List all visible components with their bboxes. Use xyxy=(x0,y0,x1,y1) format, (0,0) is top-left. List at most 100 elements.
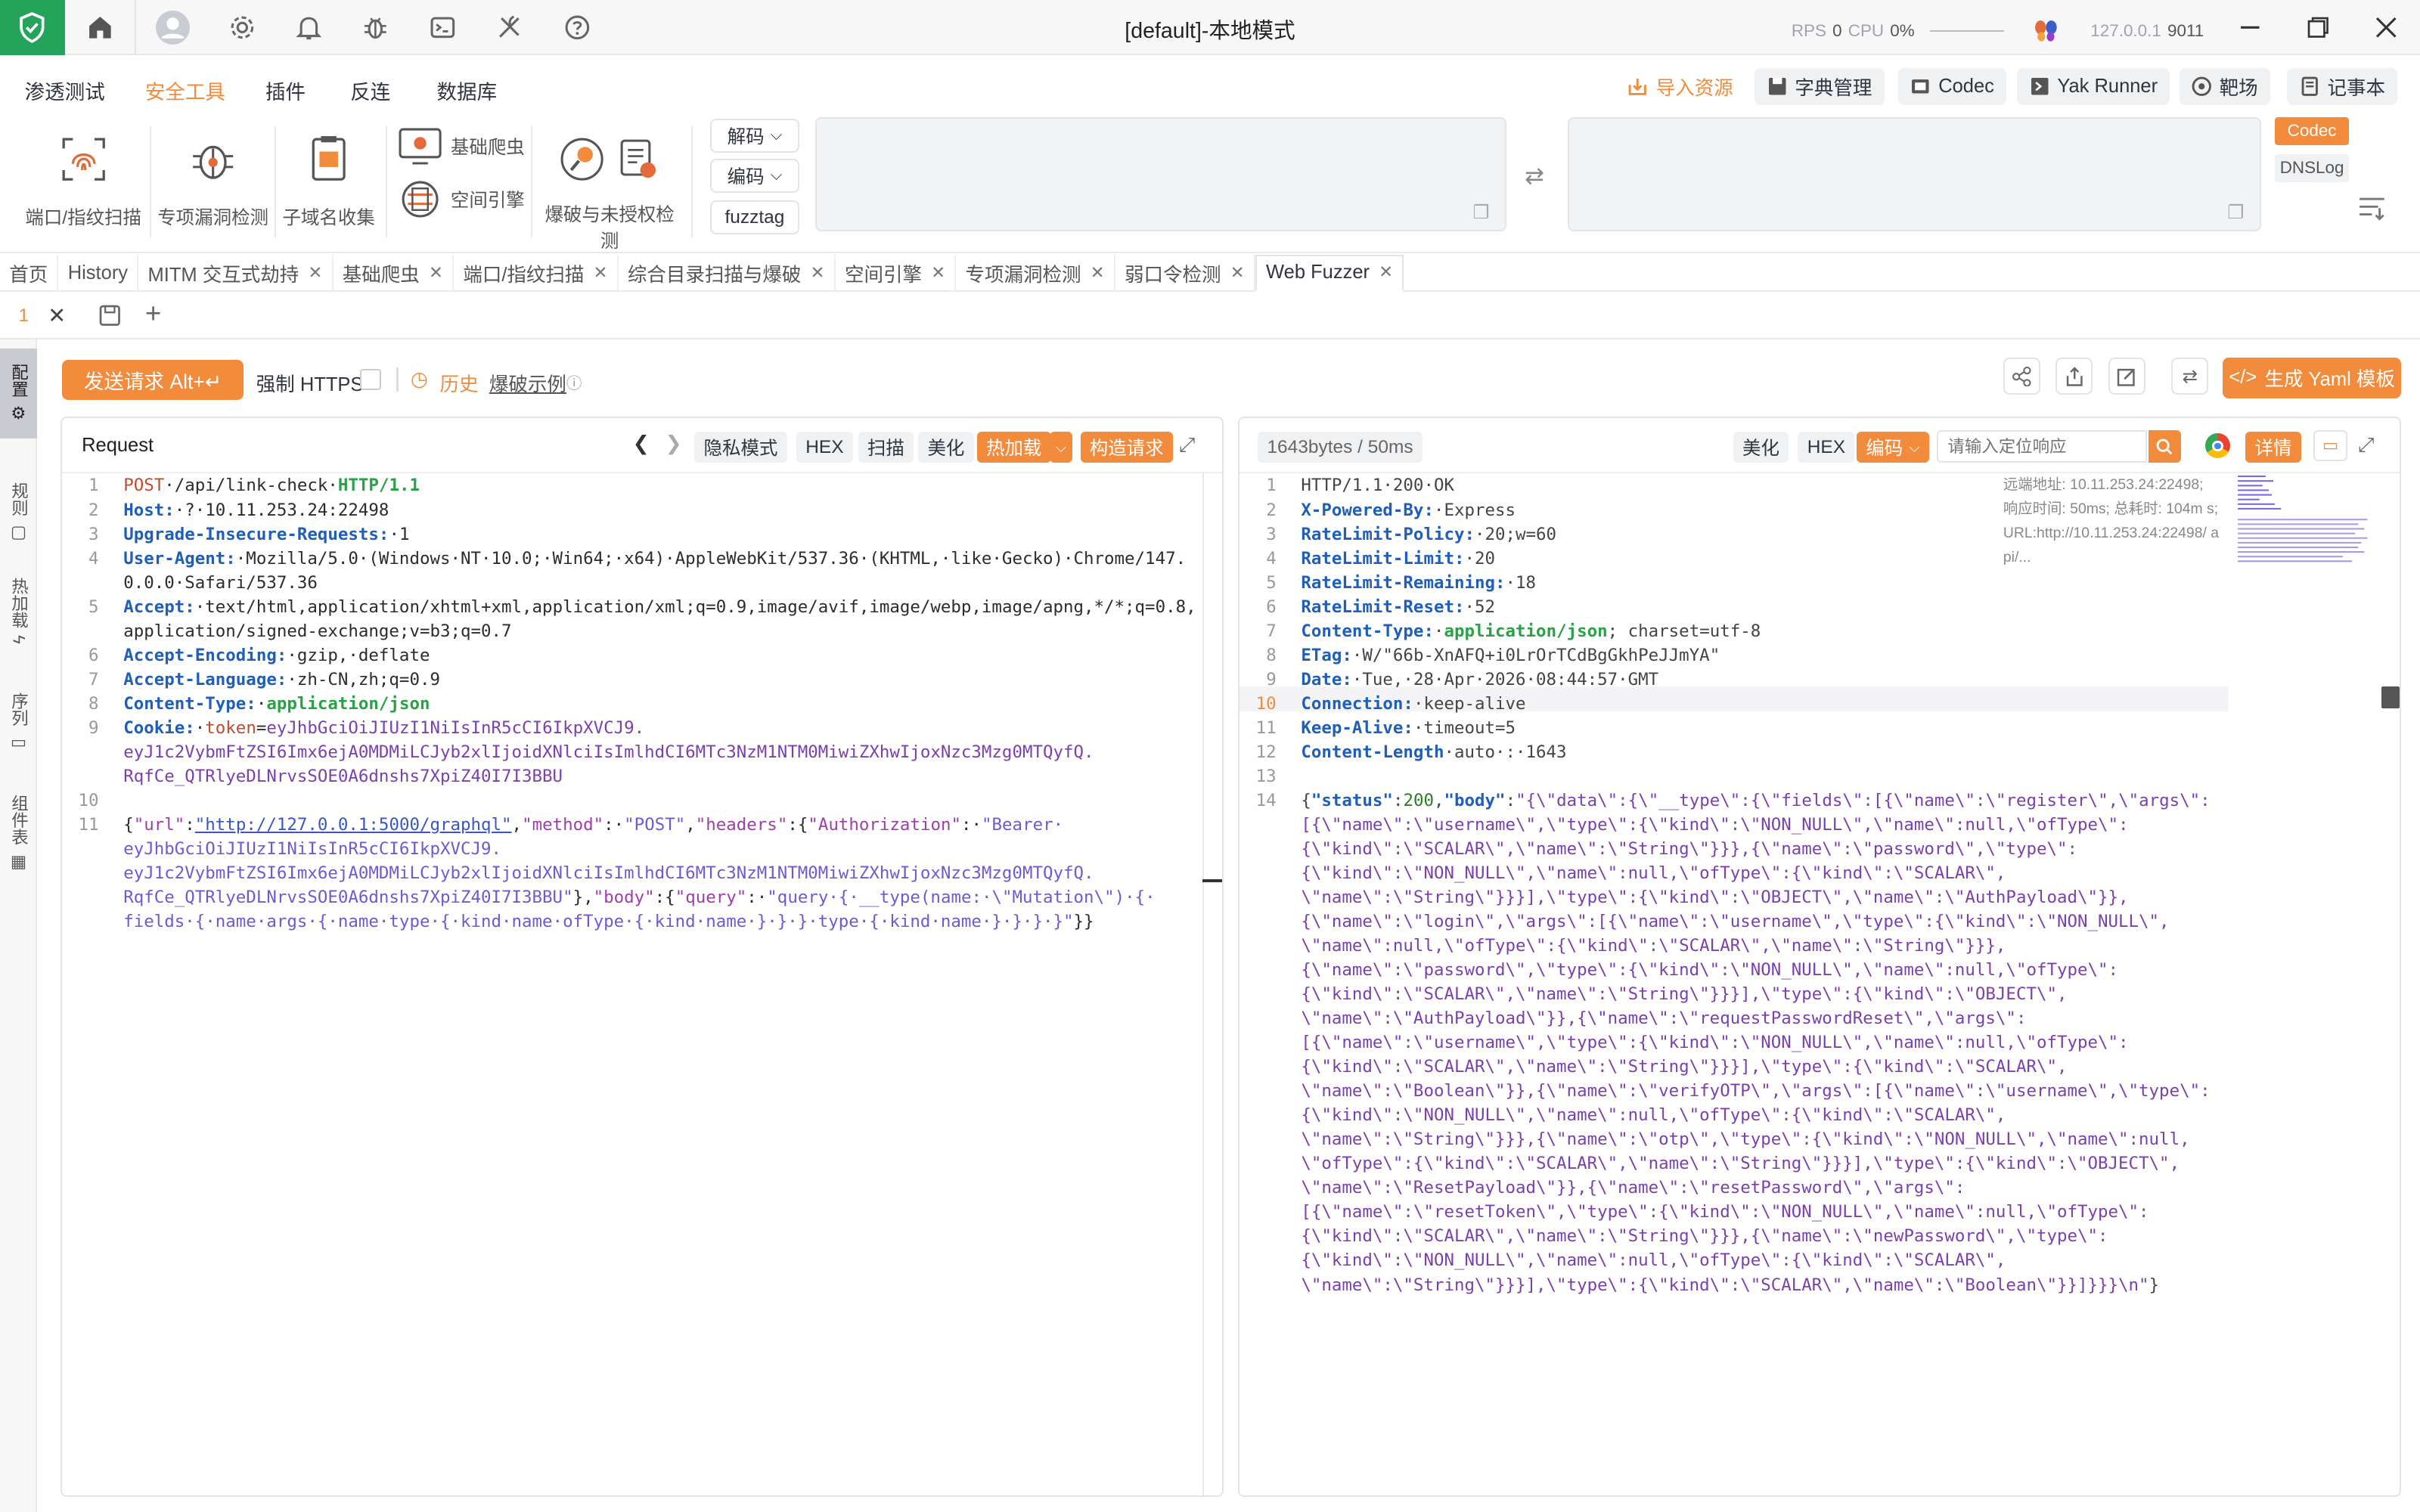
target-range-button[interactable]: 靶场 xyxy=(2179,67,2270,105)
restore-icon[interactable] xyxy=(2303,12,2334,43)
sidebar-item-config[interactable]: 配置 ⚙ xyxy=(0,349,37,438)
copy-icon[interactable]: ❐ xyxy=(1472,201,1489,224)
terminal-icon[interactable] xyxy=(427,12,458,43)
swap-icon[interactable]: ⇄ xyxy=(2171,358,2209,395)
bug-icon[interactable] xyxy=(360,12,391,43)
dnslog-tab[interactable]: DNSLog xyxy=(2275,154,2350,182)
menu-database[interactable]: 数据库 xyxy=(437,76,498,105)
fullscreen-icon[interactable]: ⤢ xyxy=(1179,433,1195,457)
menu-plugins[interactable]: 插件 xyxy=(265,76,306,105)
tab-basic-crawler[interactable]: 基础爬虫 ✕ xyxy=(334,254,455,292)
response-editor[interactable]: 1 HTTP/1.1·200·OK 2 X-Powered-By:·Express 3 R… xyxy=(1239,473,2211,1297)
request-editor[interactable]: 1 POST·/api/link-check·HTTP/1.1 2 Host:·?·1… xyxy=(62,473,1196,934)
yak-runner-button[interactable]: Yak Runner xyxy=(2017,67,2170,105)
tab-dir-scan[interactable]: 综合目录扫描与爆破 ✕ xyxy=(619,254,836,292)
sidebar-item-rules[interactable]: 规则 ▢ xyxy=(0,460,37,565)
sidebar-item-hot-reload[interactable]: 热加载 ϟ xyxy=(0,565,37,657)
help-icon[interactable] xyxy=(562,12,593,43)
swap-icon[interactable]: ⇄ xyxy=(1525,163,1544,190)
close-window-icon[interactable] xyxy=(2371,12,2402,43)
brute-example-link[interactable]: 爆破示例 xyxy=(489,369,566,397)
close-icon[interactable]: ✕ xyxy=(1091,263,1105,283)
subdomain-tool[interactable]: 子域名收集 xyxy=(281,117,377,253)
dict-manage-button[interactable]: 字典管理 xyxy=(1754,67,1885,105)
hot-reload-dropdown[interactable]: ⌵ xyxy=(1049,432,1073,463)
hex-button[interactable]: HEX xyxy=(796,432,853,463)
share-icon[interactable] xyxy=(2003,358,2040,395)
close-icon[interactable]: ✕ xyxy=(594,263,608,283)
port-scan-tool[interactable]: 端口/指纹扫描 xyxy=(22,117,145,253)
code-token: [{\"name\":\"resetToken\",\"type\":{\"ki… xyxy=(1301,1202,2149,1222)
subtab-number[interactable]: 1 xyxy=(18,305,29,327)
fullscreen-icon[interactable]: ⤢ xyxy=(2358,433,2374,457)
hex-button[interactable]: HEX xyxy=(1798,432,1855,463)
locate-response-input[interactable] xyxy=(1937,430,2147,463)
editor-scrollbar[interactable] xyxy=(1202,473,1204,1495)
close-subtab-icon[interactable]: ✕ xyxy=(48,302,66,329)
comment-icon[interactable]: ▭ xyxy=(2313,430,2347,462)
tab-history[interactable]: History xyxy=(58,254,139,292)
save-icon[interactable] xyxy=(99,304,121,333)
import-resource-button[interactable]: 导入资源 xyxy=(1615,68,1745,105)
tab-mitm[interactable]: MITM 交互式劫持 ✕ xyxy=(138,254,334,292)
shield-logo-icon[interactable] xyxy=(0,0,65,56)
notebook-button[interactable]: 记事本 xyxy=(2287,67,2398,105)
sort-icon[interactable] xyxy=(2356,193,2387,221)
minimize-icon[interactable] xyxy=(2235,12,2266,43)
tab-weak-password[interactable]: 弱口令检测 ✕ xyxy=(1115,254,1255,292)
fuzztag-button[interactable]: fuzztag xyxy=(709,200,800,235)
tab-vuln-detect[interactable]: 专项漏洞检测 ✕ xyxy=(956,254,1115,292)
detail-button[interactable]: 详情 xyxy=(2245,432,2301,463)
close-icon[interactable]: ✕ xyxy=(931,263,945,283)
bell-icon[interactable] xyxy=(293,12,324,43)
home-icon[interactable] xyxy=(85,12,116,43)
tab-home[interactable]: 首页 xyxy=(0,254,59,292)
beautify-button[interactable]: 美化 xyxy=(1733,432,1789,463)
close-icon[interactable]: ✕ xyxy=(811,263,825,283)
sidebar-item-sequence[interactable]: 序列 ▭ xyxy=(0,685,37,759)
vuln-detect-tool[interactable]: 专项漏洞检测 xyxy=(154,117,271,253)
history-link[interactable]: 历史 xyxy=(440,369,479,397)
generate-yaml-button[interactable]: </> 生成 Yaml 模板 xyxy=(2222,358,2402,398)
build-request-button[interactable]: 构造请求 xyxy=(1080,432,1173,463)
privacy-mode-button[interactable]: 隐私模式 xyxy=(694,432,787,463)
beautify-button[interactable]: 美化 xyxy=(918,432,974,463)
decode-dropdown[interactable]: 解码 ⌵ xyxy=(709,119,800,153)
tools-icon[interactable] xyxy=(494,12,525,43)
tab-web-fuzzer[interactable]: Web Fuzzer ✕ xyxy=(1255,254,1404,292)
close-icon[interactable]: ✕ xyxy=(1230,263,1245,283)
brute-force-tool[interactable]: 爆破与未授权检测 xyxy=(540,117,679,253)
tab-space-engine[interactable]: 空间引擎 ✕ xyxy=(836,254,957,292)
prev-arrow-icon[interactable]: ❮ xyxy=(633,432,650,455)
encode-dropdown[interactable]: 编码 ⌵ xyxy=(1857,432,1929,463)
sidebar-item-components[interactable]: 组件表 ▦ xyxy=(0,784,37,883)
edit-icon[interactable] xyxy=(2108,358,2145,395)
codec-tab[interactable]: Codec xyxy=(2275,117,2350,145)
add-tab-icon[interactable]: + xyxy=(145,298,161,330)
avatar[interactable] xyxy=(154,9,191,46)
encode-dropdown[interactable]: 编码 ⌵ xyxy=(709,159,800,194)
settings-icon[interactable] xyxy=(227,12,258,43)
close-icon[interactable]: ✕ xyxy=(309,263,323,283)
close-icon[interactable]: ✕ xyxy=(1379,262,1393,282)
menu-pentest[interactable]: 渗透测试 xyxy=(25,76,105,105)
menu-security-tools[interactable]: 安全工具 xyxy=(145,76,225,105)
chrome-icon[interactable] xyxy=(2205,433,2230,459)
copy-icon[interactable]: ❐ xyxy=(2227,201,2244,224)
search-button[interactable] xyxy=(2148,430,2181,463)
menu-reverse[interactable]: 反连 xyxy=(350,76,390,105)
scan-button[interactable]: 扫描 xyxy=(858,432,914,463)
hot-reload-button[interactable]: 热加载 xyxy=(976,432,1051,463)
next-arrow-icon[interactable]: ❯ xyxy=(666,432,682,455)
basic-crawler-tool[interactable]: 基础爬虫 xyxy=(399,123,525,169)
codec-input-box[interactable]: ❐ xyxy=(814,117,1506,232)
codec-button[interactable]: Codec xyxy=(1898,67,2007,105)
send-request-button[interactable]: 发送请求 Alt+↵ xyxy=(61,359,244,400)
force-https-checkbox[interactable] xyxy=(359,368,382,391)
export-icon[interactable] xyxy=(2055,358,2093,395)
space-engine-tool[interactable]: 空间引擎 xyxy=(399,176,525,222)
close-icon[interactable]: ✕ xyxy=(429,263,443,283)
tab-port-scan[interactable]: 端口/指纹扫描 ✕ xyxy=(454,254,619,292)
butterfly-icon[interactable] xyxy=(2032,17,2060,45)
codec-output-box[interactable]: ❐ xyxy=(1568,117,2261,232)
